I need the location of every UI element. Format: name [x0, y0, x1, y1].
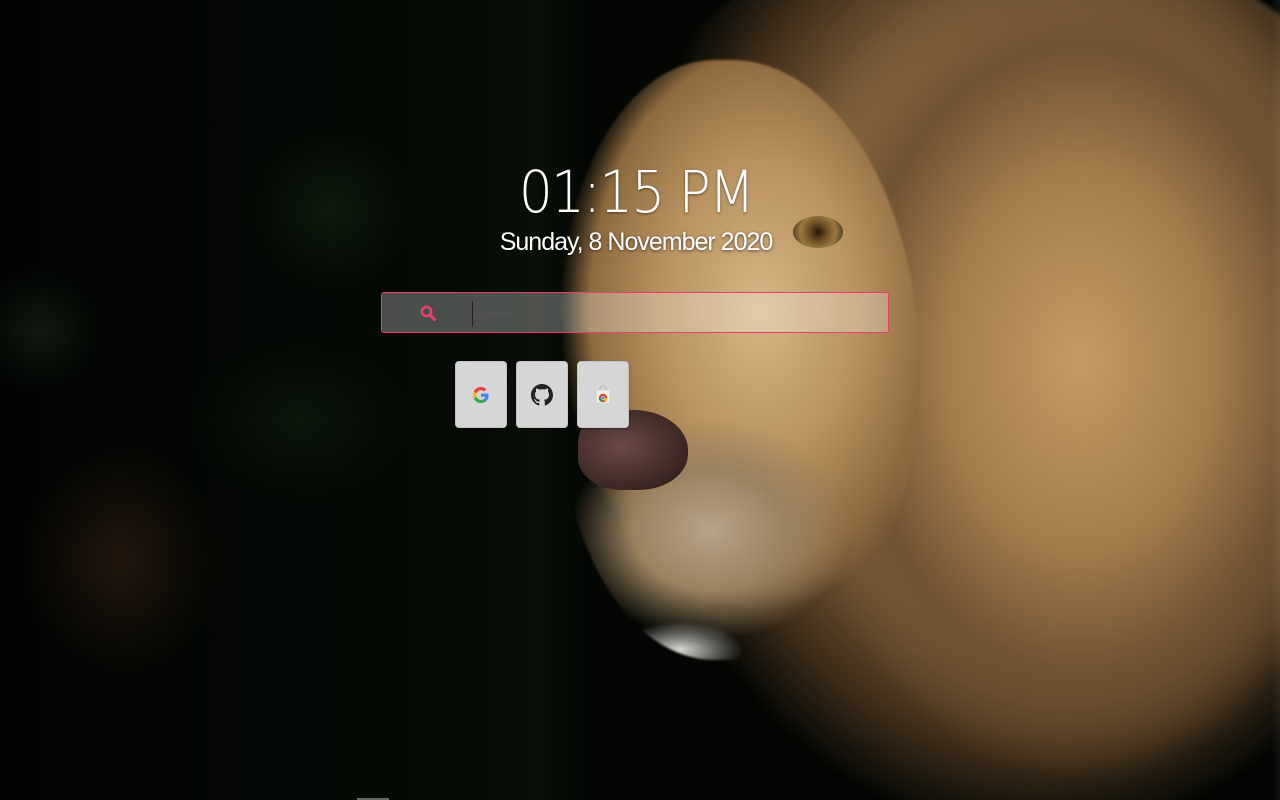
page-scrollbar-edge: [1272, 0, 1280, 800]
search-input[interactable]: [472, 301, 877, 327]
search-bar[interactable]: [381, 292, 889, 333]
clock-time: 01:15 PM: [518, 158, 755, 226]
google-icon: [471, 385, 491, 405]
github-icon: [531, 383, 553, 406]
search-icon[interactable]: [420, 305, 436, 321]
chrome-web-store-icon: [593, 384, 613, 405]
shortcut-chrome-web-store[interactable]: [577, 361, 629, 428]
shortcut-tiles: [455, 361, 629, 428]
new-tab-page: 01:15 PM Sunday, 8 November 2020: [0, 0, 1280, 800]
shortcut-github[interactable]: [516, 361, 568, 428]
shortcut-google[interactable]: [455, 361, 507, 428]
clock-date: Sunday, 8 November 2020: [499, 228, 774, 256]
